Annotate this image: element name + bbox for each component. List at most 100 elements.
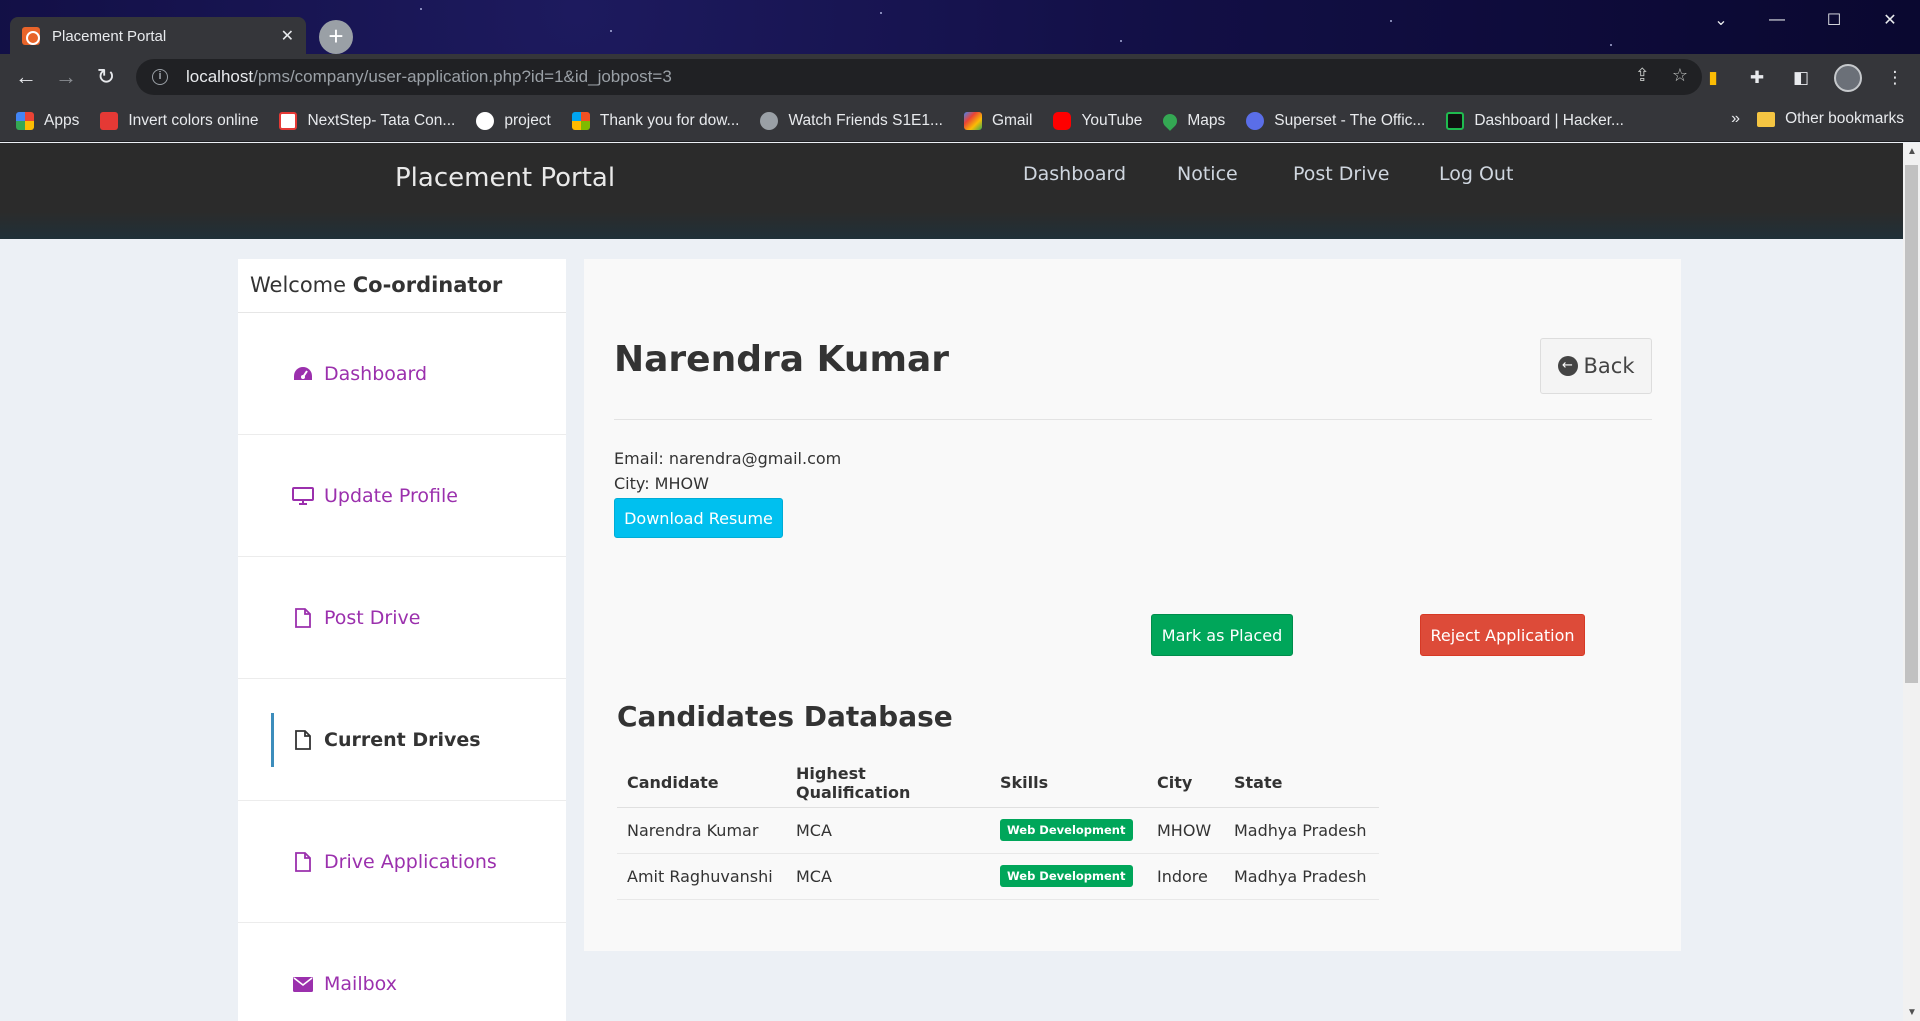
welcome-role: Co-ordinator xyxy=(352,273,503,297)
gmail-icon xyxy=(963,111,982,130)
bookmark-item[interactable]: Invert colors online xyxy=(100,111,259,130)
bookmark-item[interactable]: Thank you for dow... xyxy=(571,111,739,130)
candidate-qualification: MCA xyxy=(786,853,990,900)
minimize-icon[interactable]: — xyxy=(1749,0,1805,40)
scroll-up-icon[interactable]: ▲ xyxy=(1907,146,1917,157)
bookmark-item[interactable]: Gmail xyxy=(963,111,1033,130)
browser-menu-icon[interactable]: ⋮ xyxy=(1884,67,1906,89)
extension-note-icon[interactable]: ▮ xyxy=(1702,67,1724,89)
file-icon xyxy=(292,607,314,628)
new-tab-button[interactable]: + xyxy=(319,20,353,54)
back-arrow-icon[interactable]: ← xyxy=(6,57,46,97)
other-bookmarks-label: Other bookmarks xyxy=(1785,110,1904,127)
mark-as-placed-button[interactable]: Mark as Placed xyxy=(1151,614,1293,656)
column-header: Candidate xyxy=(617,759,786,808)
bookmark-label: Apps xyxy=(44,111,80,129)
sidebar-item-current-drives[interactable]: Current Drives xyxy=(238,679,566,801)
tree-icon xyxy=(100,111,119,130)
other-bookmarks[interactable]: Other bookmarks xyxy=(1757,110,1904,128)
sidebar-item-mailbox[interactable]: Mailbox xyxy=(238,923,566,1021)
sidebar-item-label: Dashboard xyxy=(324,362,428,385)
bookmark-label: YouTube xyxy=(1081,111,1143,129)
back-button[interactable]: ← Back xyxy=(1540,338,1652,394)
reject-application-button[interactable]: Reject Application xyxy=(1420,614,1585,656)
maximize-icon[interactable]: ☐ xyxy=(1806,0,1862,40)
close-tab-icon[interactable]: ✕ xyxy=(281,26,294,46)
skill-badge: Web Development xyxy=(1000,865,1133,887)
bookmark-label: Superset - The Offic... xyxy=(1274,111,1426,129)
more-bookmarks-icon[interactable]: » xyxy=(1731,110,1740,128)
globe-icon xyxy=(760,111,779,130)
nav-post-drive[interactable]: Post Drive xyxy=(1293,163,1389,185)
download-resume-button[interactable]: Download Resume xyxy=(614,498,783,538)
share-icon[interactable]: ⇪ xyxy=(1635,65,1650,86)
table-row: Narendra Kumar MCA Web Development MHOW … xyxy=(617,807,1379,854)
sidebar-item-drive-applications[interactable]: Drive Applications xyxy=(238,801,566,923)
bookmark-item[interactable]: Maps xyxy=(1160,110,1226,131)
github-icon xyxy=(476,111,495,130)
close-window-icon[interactable]: ✕ xyxy=(1862,0,1918,40)
scrollbar-thumb[interactable] xyxy=(1905,165,1918,683)
sidebar-item-dashboard[interactable]: Dashboard xyxy=(238,313,566,435)
bookmark-item[interactable]: Superset - The Offic... xyxy=(1246,111,1426,130)
sidebar: Welcome Co-ordinator Dashboard Update Pr… xyxy=(238,259,566,1021)
forward-arrow-icon[interactable]: → xyxy=(46,57,86,97)
candidate-name: Amit Raghuvanshi xyxy=(617,853,786,900)
sidebar-item-label: Post Drive xyxy=(324,606,421,629)
candidate-qualification: MCA xyxy=(786,807,990,854)
table-row: Amit Raghuvanshi MCA Web Development Ind… xyxy=(617,853,1379,900)
bookmark-item[interactable]: Watch Friends S1E1... xyxy=(760,111,943,130)
candidate-city: Indore xyxy=(1147,853,1224,900)
apps-grid-icon xyxy=(16,111,34,130)
profile-avatar[interactable] xyxy=(1834,64,1862,92)
scroll-down-icon[interactable]: ▼ xyxy=(1907,1007,1917,1018)
sidebar-item-label: Update Profile xyxy=(324,484,458,507)
browser-tab[interactable]: Placement Portal ✕ xyxy=(10,17,306,55)
bookmark-item[interactable]: NextStep- Tata Con... xyxy=(279,111,455,130)
nav-dashboard[interactable]: Dashboard xyxy=(1023,163,1126,185)
extensions-puzzle-icon[interactable]: ✚ xyxy=(1746,67,1768,89)
file-icon xyxy=(292,729,314,750)
nav-notice[interactable]: Notice xyxy=(1177,163,1238,185)
decorative-star xyxy=(880,12,882,14)
site-brand[interactable]: Placement Portal xyxy=(395,163,615,193)
dashboard-icon xyxy=(292,366,314,382)
welcome-heading: Welcome Co-ordinator xyxy=(238,259,566,313)
folder-icon xyxy=(1757,111,1776,127)
bookmark-label: Maps xyxy=(1187,111,1226,129)
bookmark-star-icon[interactable]: ☆ xyxy=(1672,65,1688,86)
bookmark-item[interactable]: project xyxy=(476,111,551,130)
sidebar-item-post-drive[interactable]: Post Drive xyxy=(238,557,566,679)
bookmark-apps[interactable]: Apps xyxy=(16,111,80,130)
sidebar-item-label: Mailbox xyxy=(324,973,397,995)
bookmark-item[interactable]: Dashboard | Hacker... xyxy=(1446,111,1624,130)
browser-title-bar: Placement Portal ✕ + ⌄ — ☐ ✕ xyxy=(0,0,1920,55)
page-scrollbar[interactable]: ▲ ▼ xyxy=(1903,143,1920,1021)
column-header: State xyxy=(1224,759,1379,808)
envelope-icon xyxy=(292,976,314,992)
sidebar-item-label: Drive Applications xyxy=(324,850,497,873)
decorative-star xyxy=(1610,44,1612,46)
sidebar-item-label: Current Drives xyxy=(324,728,481,751)
nav-log-out[interactable]: Log Out xyxy=(1439,163,1513,185)
tab-search-icon[interactable]: ⌄ xyxy=(1693,0,1749,40)
table-header-row: Candidate Highest Qualification Skills C… xyxy=(617,759,1379,808)
address-bar[interactable]: i localhost/pms/company/user-application… xyxy=(136,59,1702,95)
sidebar-item-update-profile[interactable]: Update Profile xyxy=(238,435,566,557)
column-header: Highest Qualification xyxy=(786,759,990,808)
hackerrank-icon xyxy=(1446,111,1465,130)
url-path: /pms/company/user-application.php?id=1&i… xyxy=(253,67,672,86)
bookmark-label: Invert colors online xyxy=(128,111,259,129)
site-info-icon[interactable]: i xyxy=(152,69,168,85)
reload-icon[interactable]: ↻ xyxy=(86,57,126,97)
bookmark-label: Watch Friends S1E1... xyxy=(788,111,943,129)
bookmark-item[interactable]: YouTube xyxy=(1053,111,1143,130)
welcome-prefix: Welcome xyxy=(250,273,353,297)
url-host: localhost xyxy=(186,67,254,86)
maps-pin-icon xyxy=(1160,110,1181,131)
bookmark-label: Gmail xyxy=(991,111,1033,129)
side-panel-icon[interactable]: ◧ xyxy=(1790,67,1812,89)
microsoft-icon xyxy=(571,111,590,130)
column-header: Skills xyxy=(990,759,1147,808)
candidate-state: Madhya Pradesh xyxy=(1224,853,1379,900)
